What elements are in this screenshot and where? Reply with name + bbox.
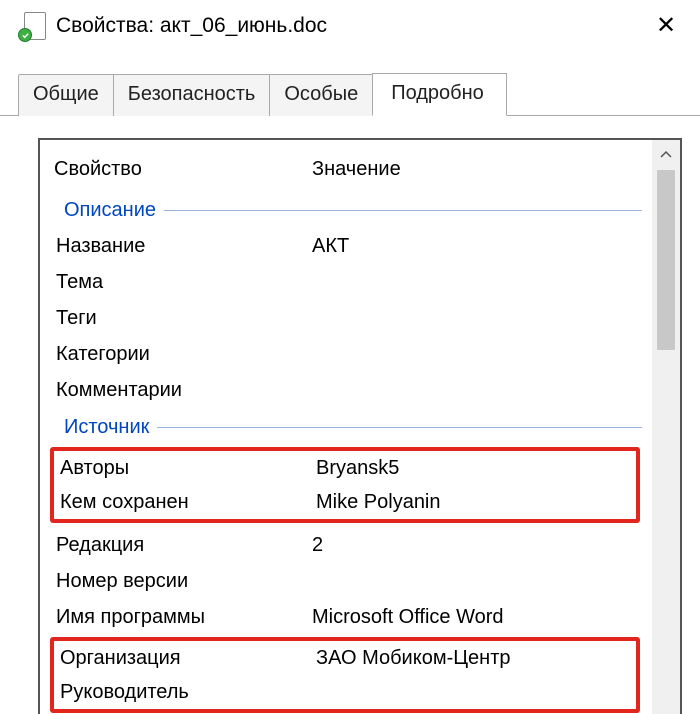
row-saved-by[interactable]: Кем сохранен Mike Polyanin — [58, 485, 636, 519]
property-list[interactable]: Свойство Значение Описание Название АКТ … — [40, 140, 652, 714]
document-file-icon — [22, 12, 46, 40]
close-button[interactable]: ✕ — [646, 10, 686, 42]
group-source: Источник — [54, 408, 648, 445]
row-company[interactable]: Организация ЗАО Мобиком-Центр — [58, 641, 636, 675]
window-title: Свойства: акт_06_июнь.doc — [56, 14, 646, 38]
details-panel: Свойство Значение Описание Название АКТ … — [0, 116, 700, 714]
column-headers: Свойство Значение — [54, 150, 648, 191]
row-authors[interactable]: Авторы Bryansk5 — [58, 451, 636, 485]
header-value: Значение — [312, 158, 401, 181]
row-revision[interactable]: Редакция 2 — [54, 527, 648, 563]
header-property: Свойство — [54, 158, 312, 181]
highlight-authors: Авторы Bryansk5 Кем сохранен Mike Polyan… — [50, 447, 640, 523]
tab-custom[interactable]: Особые — [269, 74, 373, 116]
row-categories[interactable]: Категории — [54, 336, 648, 372]
properties-dialog: Свойства: акт_06_июнь.doc ✕ Общие Безопа… — [0, 0, 700, 714]
row-comments[interactable]: Комментарии — [54, 372, 648, 408]
row-subject[interactable]: Тема — [54, 264, 648, 300]
titlebar: Свойства: акт_06_июнь.doc ✕ — [0, 0, 700, 56]
row-manager[interactable]: Руководитель — [58, 675, 636, 709]
sync-check-icon — [18, 28, 32, 42]
highlight-company: Организация ЗАО Мобиком-Центр Руководите… — [50, 637, 640, 713]
tab-strip: Общие Безопасность Особые Подробно — [0, 56, 700, 116]
scroll-thumb[interactable] — [657, 170, 675, 350]
row-version[interactable]: Номер версии — [54, 563, 648, 599]
tab-security[interactable]: Безопасность — [113, 74, 271, 116]
tab-general[interactable]: Общие — [18, 74, 114, 116]
row-program[interactable]: Имя программы Microsoft Office Word — [54, 599, 648, 635]
scroll-up-icon[interactable] — [652, 140, 680, 168]
vertical-scrollbar[interactable] — [652, 140, 680, 714]
row-title[interactable]: Название АКТ — [54, 228, 648, 264]
group-description: Описание — [54, 191, 648, 228]
tab-details[interactable]: Подробно — [372, 73, 507, 116]
row-tags[interactable]: Теги — [54, 300, 648, 336]
